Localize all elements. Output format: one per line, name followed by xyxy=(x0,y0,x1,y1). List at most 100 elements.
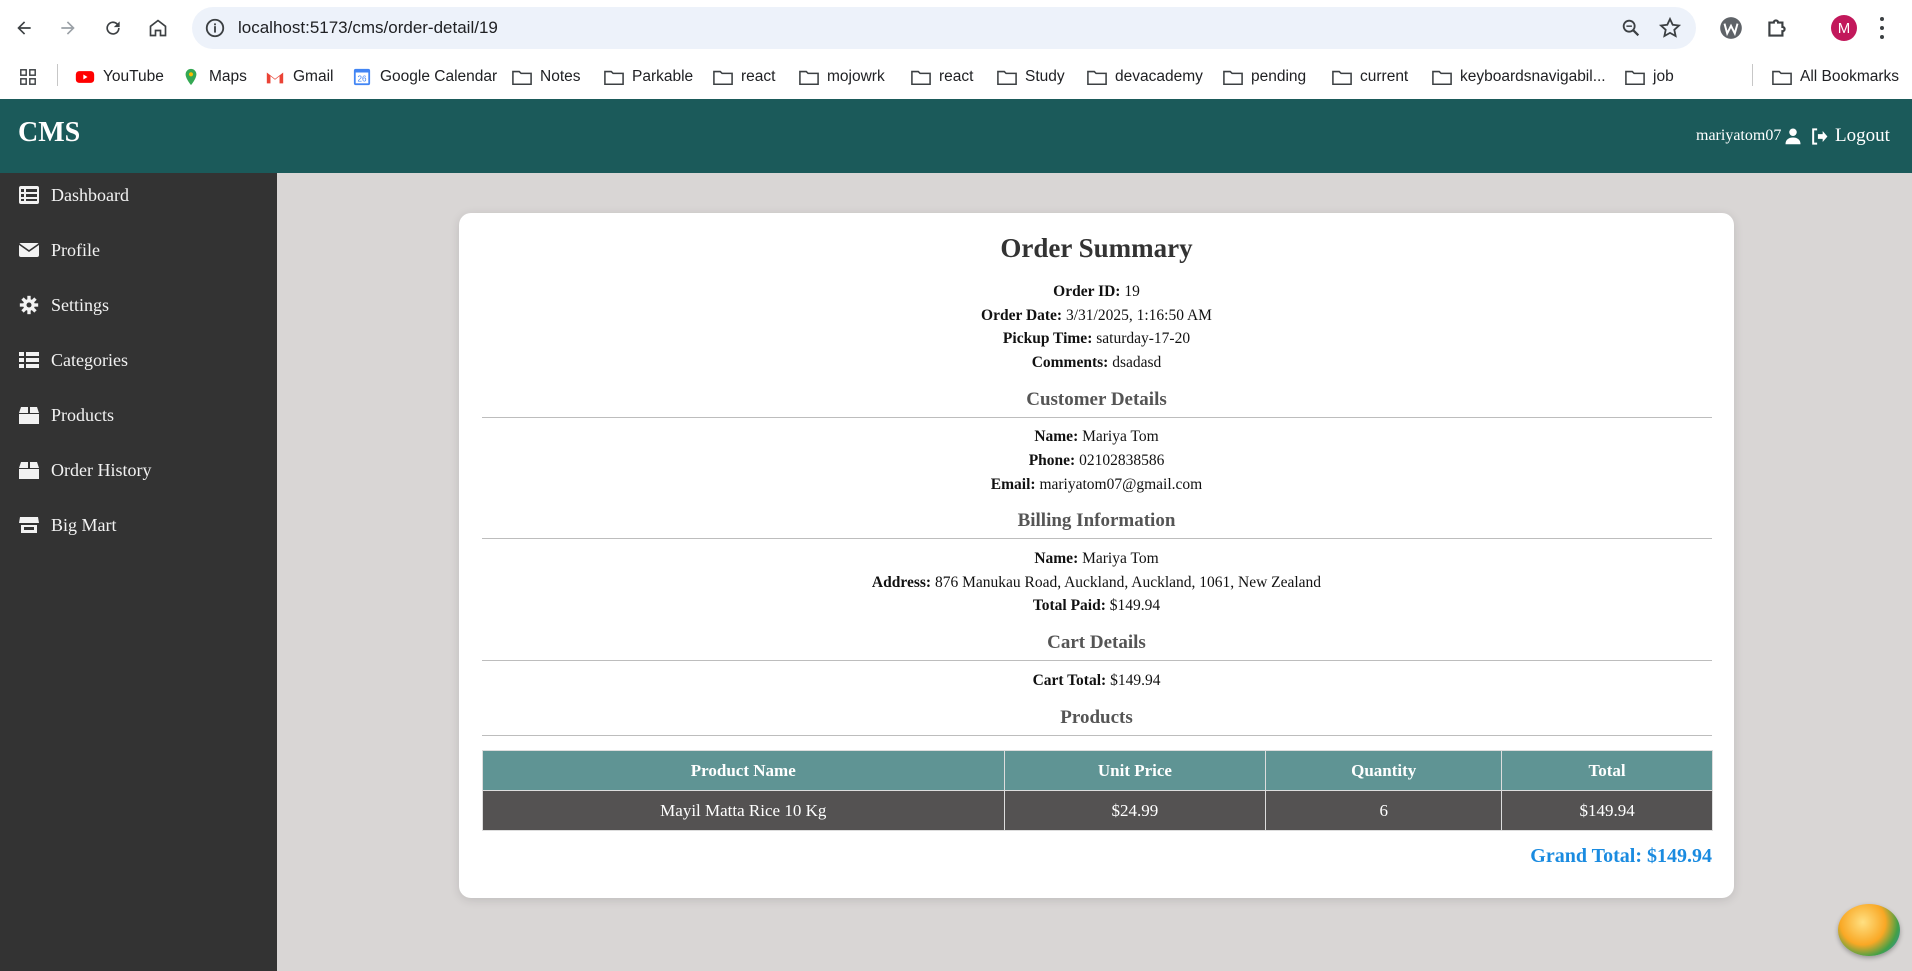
home-icon[interactable] xyxy=(142,12,174,44)
sidebar-item-order-history[interactable]: Order History xyxy=(0,450,277,490)
extension-w-icon[interactable] xyxy=(1718,15,1744,41)
folder-icon xyxy=(1087,70,1107,86)
cart-details-heading: Cart Details xyxy=(1047,632,1146,653)
divider xyxy=(482,417,1712,418)
sidebar-item-settings[interactable]: Settings xyxy=(0,285,277,325)
youtube-icon xyxy=(75,71,95,83)
browser-toolbar: localhost:5173/cms/order-detail/19 M xyxy=(0,0,1912,56)
bookmark-notes[interactable]: Notes xyxy=(512,64,581,90)
bookmark-study[interactable]: Study xyxy=(997,64,1065,90)
list-icon xyxy=(19,186,39,204)
bookmark-current[interactable]: current xyxy=(1332,64,1408,90)
bookmark-mojowrk[interactable]: mojowrk xyxy=(799,64,885,90)
bookmark-maps[interactable]: Maps xyxy=(181,64,247,90)
sidebar-item-big-mart[interactable]: Big Mart xyxy=(0,505,277,545)
table-row: Mayil Matta Rice 10 Kg $24.99 6 $149.94 xyxy=(482,790,1713,831)
column-header-quantity: Quantity xyxy=(1265,750,1503,791)
folder-icon xyxy=(512,70,532,86)
billing-information-heading: Billing Information xyxy=(1017,510,1176,531)
svg-text:26: 26 xyxy=(358,75,367,84)
address-bar[interactable]: localhost:5173/cms/order-detail/19 xyxy=(192,7,1696,49)
apps-grid-icon[interactable] xyxy=(18,64,46,90)
bookmark-keyboardsnavigabil[interactable]: keyboardsnavigabil... xyxy=(1432,64,1606,90)
user-info[interactable]: mariyatom07 xyxy=(1696,127,1802,145)
customer-email-line: Email: mariyatom07@gmail.com xyxy=(990,476,1203,493)
bookmark-react-2[interactable]: react xyxy=(911,64,973,90)
logout-label: Logout xyxy=(1835,125,1890,146)
bookmark-gmail[interactable]: Gmail xyxy=(265,64,333,90)
profile-avatar[interactable]: M xyxy=(1831,15,1857,41)
divider xyxy=(482,660,1712,661)
column-header-product-name: Product Name xyxy=(482,750,1005,791)
logout-button[interactable]: Logout xyxy=(1810,125,1890,147)
customer-phone-line: Phone: 02102838586 xyxy=(1028,452,1165,469)
forward-arrow-icon[interactable] xyxy=(52,12,84,44)
back-arrow-icon[interactable] xyxy=(8,12,40,44)
bookmark-job[interactable]: job xyxy=(1625,64,1674,90)
url-text[interactable]: localhost:5173/cms/order-detail/19 xyxy=(238,18,498,38)
all-bookmarks[interactable]: All Bookmarks xyxy=(1772,64,1899,90)
products-table: Product Name Unit Price Quantity Total M… xyxy=(482,750,1713,831)
sidebar-item-profile[interactable]: Profile xyxy=(0,230,277,270)
bookmark-youtube[interactable]: YouTube xyxy=(75,64,164,90)
box-icon xyxy=(19,407,39,424)
sidebar-item-dashboard[interactable]: Dashboard xyxy=(0,175,277,215)
customer-details-heading: Customer Details xyxy=(1026,389,1167,410)
pickup-time-line: Pickup Time: saturday-17-20 xyxy=(1002,330,1191,347)
bookmark-google-calendar[interactable]: 26 Google Calendar xyxy=(352,64,497,90)
billing-name-line: Name: Mariya Tom xyxy=(1034,550,1159,567)
total-cell: $149.94 xyxy=(1501,790,1713,831)
folder-icon xyxy=(1625,70,1645,86)
floating-widget-icon[interactable] xyxy=(1838,904,1900,956)
quantity-cell: 6 xyxy=(1265,790,1503,831)
product-name-cell: Mayil Matta Rice 10 Kg xyxy=(482,790,1005,831)
bookmark-star-icon[interactable] xyxy=(1658,16,1682,40)
username: mariyatom07 xyxy=(1696,127,1782,144)
folder-icon xyxy=(604,70,624,86)
page-title: Order Summary xyxy=(1000,233,1193,263)
folder-icon xyxy=(713,70,733,86)
order-summary-card: Order Summary Order ID: 19 Order Date: 3… xyxy=(459,213,1734,898)
gear-icon xyxy=(19,295,39,315)
order-id-line: Order ID: 19 xyxy=(1053,283,1140,300)
comments-line: Comments: dsadasd xyxy=(1031,354,1162,371)
store-icon xyxy=(19,517,39,533)
extensions-puzzle-icon[interactable] xyxy=(1764,15,1790,41)
sign-out-icon xyxy=(1812,127,1828,145)
divider xyxy=(482,538,1712,539)
maps-pin-icon xyxy=(185,68,197,86)
reload-icon[interactable] xyxy=(97,12,129,44)
billing-address-line: Address: 876 Manukau Road, Auckland, Auc… xyxy=(871,574,1322,591)
sidebar: Dashboard Profile Settings Categories Pr… xyxy=(0,173,277,971)
folder-icon xyxy=(911,70,931,86)
folder-icon xyxy=(799,70,819,86)
sidebar-item-categories[interactable]: Categories xyxy=(0,340,277,380)
bookmark-react[interactable]: react xyxy=(713,64,775,90)
cart-total-line: Cart Total: $149.94 xyxy=(1032,672,1161,689)
gmail-icon xyxy=(266,72,284,84)
bookmark-parkable[interactable]: Parkable xyxy=(604,64,693,90)
site-info-icon[interactable] xyxy=(204,17,226,39)
brand-logo[interactable]: CMS xyxy=(18,117,80,149)
products-heading: Products xyxy=(1060,707,1133,728)
box-icon xyxy=(19,462,39,479)
divider xyxy=(482,735,1712,736)
order-date-line: Order Date: 3/31/2025, 1:16:50 AM xyxy=(981,307,1212,324)
browser-menu-icon[interactable] xyxy=(1878,14,1886,42)
column-header-unit-price: Unit Price xyxy=(1003,750,1267,791)
grand-total: Grand Total: $149.94 xyxy=(1530,845,1712,867)
bookmarks-bar: YouTube Maps Gmail 26 Google Calendar No… xyxy=(0,56,1912,99)
folder-icon xyxy=(1332,70,1352,86)
bookmark-pending[interactable]: pending xyxy=(1223,64,1306,90)
bookmark-devacademy[interactable]: devacademy xyxy=(1087,64,1203,90)
total-paid-line: Total Paid: $149.94 xyxy=(1032,597,1161,614)
sidebar-item-products[interactable]: Products xyxy=(0,395,277,435)
column-header-total: Total xyxy=(1501,750,1713,791)
app-header: CMS mariyatom07 Logout xyxy=(0,99,1912,173)
user-icon xyxy=(1785,128,1801,145)
calendar-icon: 26 xyxy=(353,68,371,86)
customer-name-line: Name: Mariya Tom xyxy=(1034,428,1159,445)
folder-icon xyxy=(997,70,1017,86)
folder-icon xyxy=(1432,70,1452,86)
zoom-icon[interactable] xyxy=(1620,17,1642,39)
